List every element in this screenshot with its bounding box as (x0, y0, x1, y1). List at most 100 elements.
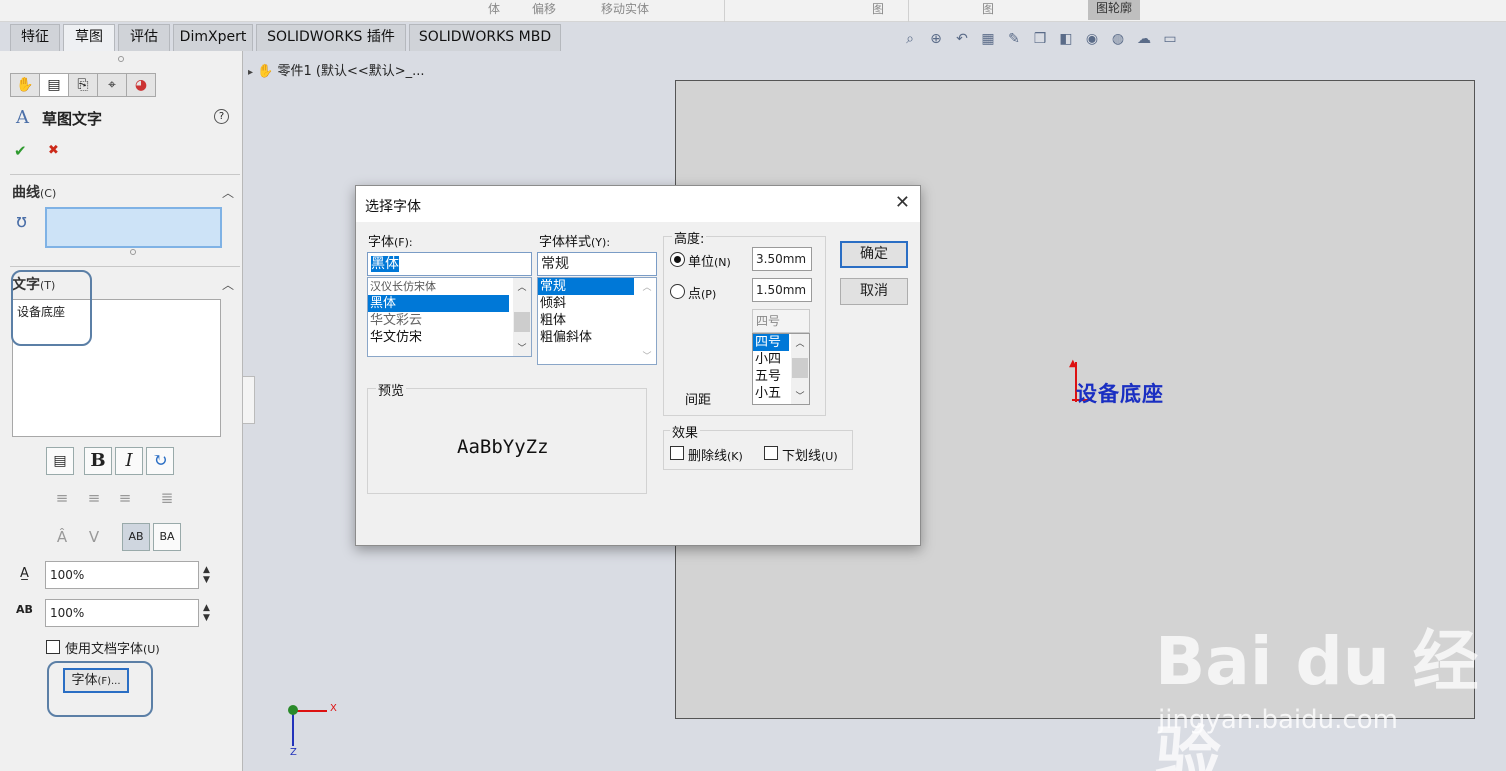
underline-checkbox[interactable] (764, 446, 778, 460)
link-property-icon[interactable]: ▤ (46, 447, 74, 475)
scroll-down-icon[interactable]: ﹀ (791, 389, 809, 402)
list-item[interactable]: 华文彩云 (368, 312, 531, 329)
property-manager: ✋ ▤ ⎘ ⌖ ◕ A 草图文字 ? ✔ ✖ 曲线(C) ︿ ʊ 文字(T) ︿… (0, 51, 243, 771)
align-left-icon[interactable]: ≡ (51, 488, 73, 508)
zoom-area-icon[interactable]: ⊕ (924, 29, 948, 49)
scrollbar[interactable]: ︿ ﹀ (513, 278, 531, 356)
display-manager-icon[interactable]: ◕ (126, 73, 156, 97)
triad-origin (288, 705, 298, 715)
scrollbar[interactable]: ︿ ﹀ (638, 278, 656, 364)
style-input[interactable]: 常规 (537, 252, 657, 276)
scrollbar[interactable]: ︿ ﹀ (791, 334, 809, 404)
width-factor-input[interactable]: 100% (45, 561, 199, 589)
dimxpert-manager-icon[interactable]: ⌖ (97, 73, 127, 97)
feature-manager-icon[interactable]: ✋ (10, 73, 40, 97)
size-list[interactable]: 四号 小四 五号 小五 ︿ ﹀ (752, 333, 810, 405)
tab-mbd[interactable]: SOLIDWORKS MBD (409, 24, 561, 51)
panel-grip[interactable] (118, 56, 124, 62)
justify-icon[interactable]: ≣ (156, 488, 178, 508)
resize-grip[interactable] (130, 249, 136, 255)
tab-sketch[interactable]: 草图 (63, 24, 115, 51)
feature-tree-breadcrumb[interactable]: ▸ ✋ 零件1 (默认<<默认>_... (248, 60, 425, 79)
scroll-thumb[interactable] (514, 312, 530, 332)
spinner-icon[interactable]: ▲ ▼ (203, 603, 210, 623)
effects-label: 效果 (670, 422, 701, 441)
sketch-text[interactable]: 设备底座 (1076, 378, 1164, 408)
flip-down-icon[interactable]: V (83, 527, 105, 547)
collapse-chevron-icon[interactable]: ︿ (222, 276, 234, 293)
divider (10, 266, 240, 267)
edit-appearance-icon[interactable]: ◍ (1106, 29, 1130, 49)
list-item[interactable]: 汉仪长仿宋体 (368, 278, 531, 295)
flip-horizontal-icon[interactable]: AB (122, 523, 150, 551)
align-center-icon[interactable]: ≡ (83, 488, 105, 508)
scroll-up-icon[interactable]: ︿ (638, 280, 656, 293)
panel-splitter[interactable] (243, 376, 255, 424)
scroll-thumb[interactable] (792, 358, 808, 378)
display-style-icon[interactable]: ◧ (1054, 29, 1078, 49)
triad-z-label: Z (290, 747, 297, 758)
ok-button[interactable]: 确定 (840, 241, 908, 268)
expand-arrow-icon[interactable]: ▸ (248, 67, 253, 78)
curves-section-title[interactable]: 曲线(C) (12, 182, 56, 202)
collapse-chevron-icon[interactable]: ︿ (222, 184, 234, 201)
tab-addins[interactable]: SOLIDWORKS 插件 (256, 24, 406, 51)
bold-button[interactable]: B (84, 447, 112, 475)
spacing-input[interactable]: 100% (45, 599, 199, 627)
list-item[interactable]: 常规 (538, 278, 634, 295)
italic-button[interactable]: I (115, 447, 143, 475)
pm-title: 草图文字 (42, 110, 103, 128)
ok-check-icon[interactable]: ✔ (14, 142, 27, 160)
list-item[interactable]: 四号 (753, 334, 789, 351)
dialog-titlebar[interactable]: 选择字体 ✕ (356, 186, 920, 222)
cancel-x-icon[interactable]: ✖ (48, 143, 59, 158)
close-icon[interactable]: ✕ (895, 192, 910, 213)
previous-view-icon[interactable]: ↶ (950, 29, 974, 49)
point-radio[interactable] (670, 284, 685, 299)
ribbon-separator (908, 0, 909, 22)
part-icon: ✋ (257, 64, 274, 79)
zoom-to-fit-icon[interactable]: ⌕ (898, 29, 922, 49)
style-list[interactable]: 常规 倾斜 粗体 粗偏斜体 ︿ ﹀ (537, 277, 657, 365)
font-input[interactable]: 黑体 (367, 252, 532, 276)
size-input[interactable]: 四号 (752, 309, 810, 333)
rotate-icon[interactable]: ↻ (146, 447, 174, 475)
scroll-down-icon[interactable]: ﹀ (638, 349, 656, 362)
scroll-down-icon[interactable]: ﹀ (513, 341, 531, 354)
curve-icon: ʊ (16, 211, 28, 232)
spinner-icon[interactable]: ▲ ▼ (203, 565, 210, 585)
strikeout-checkbox[interactable] (670, 446, 684, 460)
section-view-icon[interactable]: ▦ (976, 29, 1000, 49)
ribbon-fragment: 图 (982, 2, 995, 16)
apply-scene-icon[interactable]: ☁ (1132, 29, 1156, 49)
flip-vertical-icon[interactable]: Â (51, 527, 73, 547)
help-icon[interactable]: ? (214, 109, 229, 124)
unit-input[interactable]: 3.50mm (752, 247, 812, 271)
list-item[interactable]: 华文仿宋 (368, 329, 531, 346)
view-orientation-icon[interactable]: ❒ (1028, 29, 1052, 49)
use-doc-font-checkbox[interactable] (46, 640, 60, 654)
mirror-text-icon[interactable]: BA (153, 523, 181, 551)
hide-show-icon[interactable]: ◉ (1080, 29, 1104, 49)
list-item[interactable]: 黑体 (368, 295, 509, 312)
view-settings-icon[interactable]: ▭ (1158, 29, 1182, 49)
unit-radio[interactable] (670, 252, 685, 267)
triad-x-label: X (330, 703, 337, 714)
curves-selection-box[interactable] (45, 207, 222, 248)
point-input[interactable]: 1.50mm (752, 278, 812, 302)
cancel-button[interactable]: 取消 (840, 278, 908, 305)
configuration-manager-icon[interactable]: ⎘ (68, 73, 98, 97)
scroll-up-icon[interactable]: ︿ (513, 280, 531, 293)
tab-features[interactable]: 特征 (10, 24, 60, 51)
preview-label: 预览 (376, 380, 407, 399)
baidu-watermark-url: jingyan.baidu.com (1158, 705, 1398, 735)
align-right-icon[interactable]: ≡ (114, 488, 136, 508)
tab-evaluate[interactable]: 评估 (118, 24, 170, 51)
font-list[interactable]: 汉仪长仿宋体 黑体 华文彩云 华文仿宋 ︿ ﹀ (367, 277, 532, 357)
ribbon-fragment: 偏移 (532, 2, 557, 16)
tab-dimxpert[interactable]: DimXpert (173, 24, 253, 51)
ribbon-fragment[interactable]: 图轮廓 (1088, 0, 1141, 20)
scroll-up-icon[interactable]: ︿ (791, 336, 809, 349)
property-manager-icon[interactable]: ▤ (39, 73, 69, 97)
dynamic-annotation-icon[interactable]: ✎ (1002, 29, 1026, 49)
